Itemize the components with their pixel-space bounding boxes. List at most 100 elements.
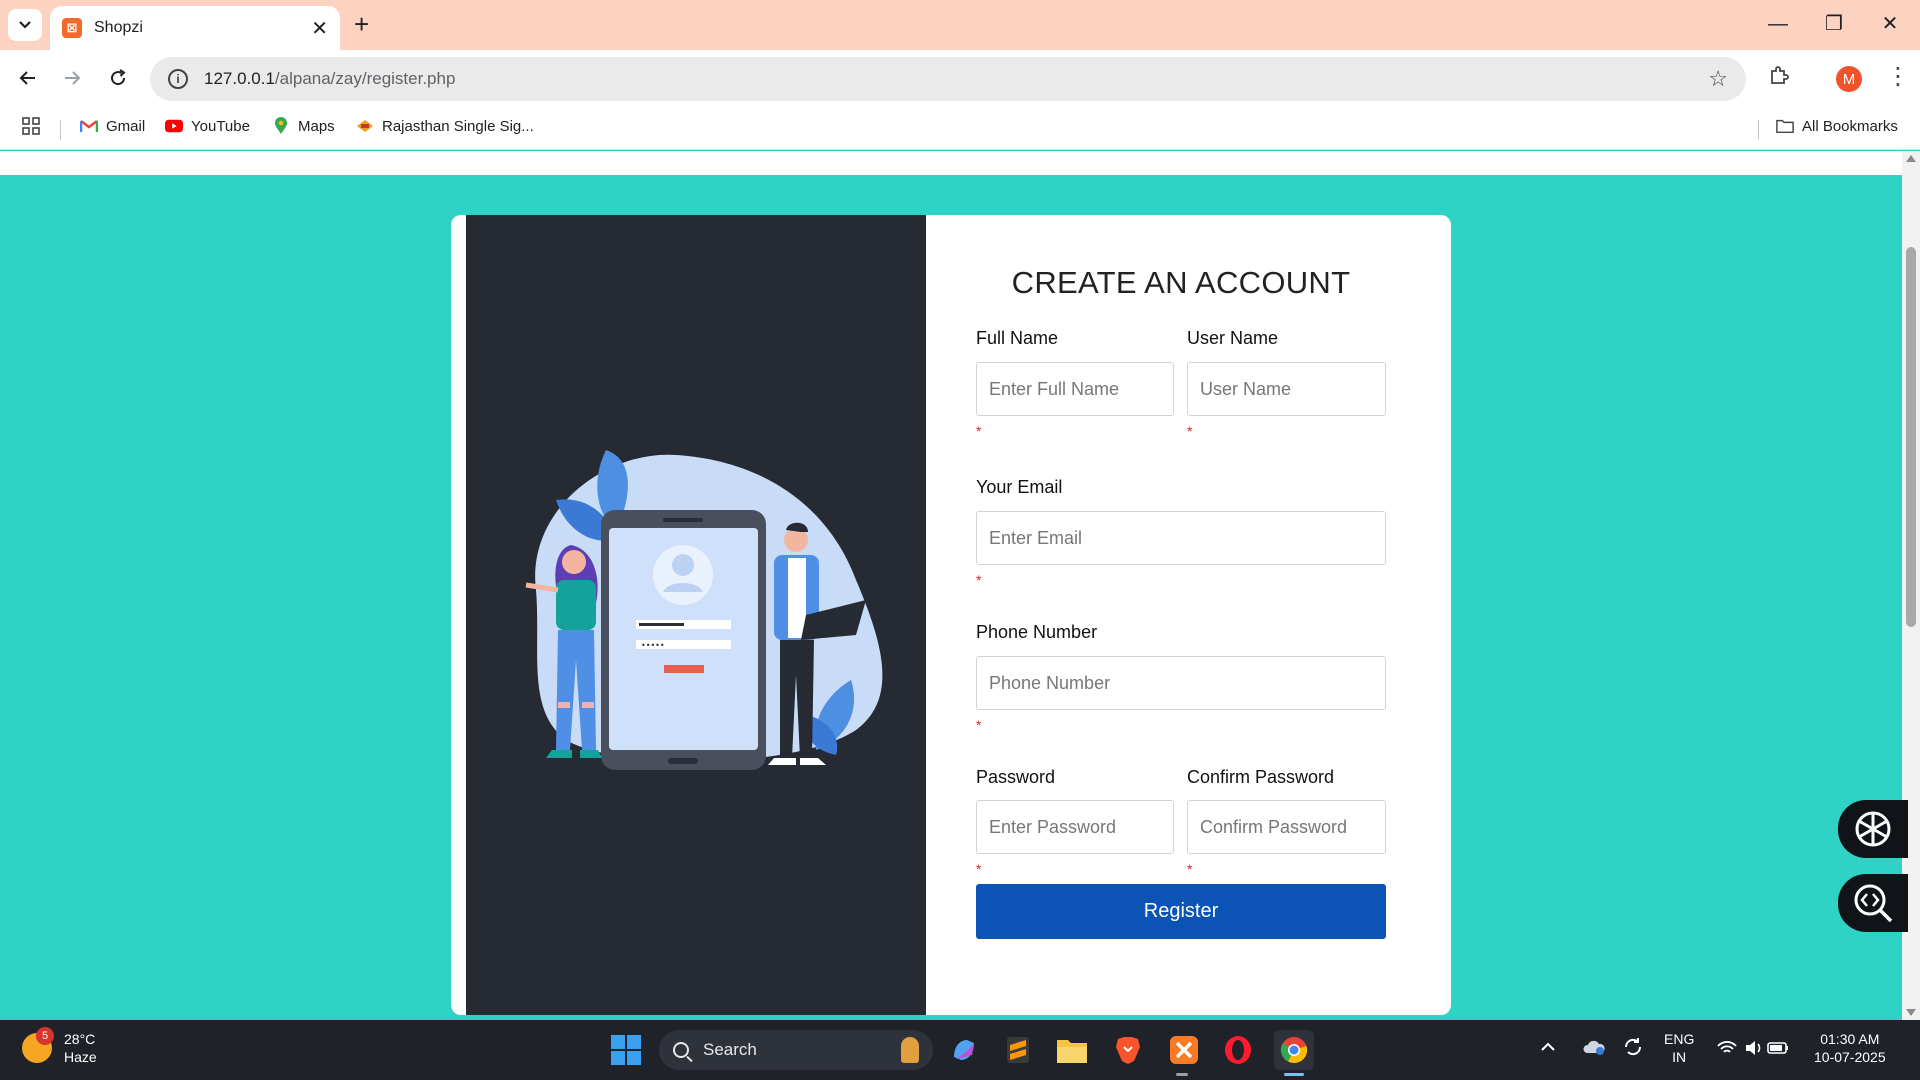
sublime-text-app[interactable] xyxy=(998,1030,1038,1070)
arrow-left-icon xyxy=(19,71,35,85)
password-input[interactable] xyxy=(976,800,1174,854)
browser-toolbar: i 127.0.0.1/alpana/zay/register.php ☆ M … xyxy=(0,50,1920,108)
code-search-icon xyxy=(1854,884,1893,923)
bookmarks-divider xyxy=(60,120,61,140)
tab-search-button[interactable] xyxy=(8,9,42,41)
chrome-active-indicator xyxy=(1284,1073,1304,1076)
file-explorer-app[interactable] xyxy=(1052,1030,1092,1070)
phone-input[interactable] xyxy=(976,656,1386,710)
reload-icon xyxy=(111,69,126,86)
bookmarks-divider xyxy=(1758,120,1759,140)
full-name-input[interactable] xyxy=(976,362,1174,416)
bookmarks-bar: Gmail YouTube Maps Rajasthan Single Sig.… xyxy=(0,108,1920,150)
chrome-icon xyxy=(1280,1037,1308,1064)
copilot-icon xyxy=(954,1040,974,1060)
scroll-thumb[interactable] xyxy=(1906,247,1916,627)
svg-text:•••••: ••••• xyxy=(641,641,665,650)
page-top-strip xyxy=(0,151,1902,175)
brave-lion-icon xyxy=(1116,1037,1140,1064)
network-volume-battery[interactable] xyxy=(1716,1038,1790,1062)
all-bookmarks-button[interactable]: All Bookmarks xyxy=(1776,117,1898,135)
register-button[interactable]: Register xyxy=(976,884,1386,939)
signup-illustration: ••••• xyxy=(518,450,883,770)
new-tab-button[interactable]: + xyxy=(354,10,369,38)
opera-icon xyxy=(1225,1036,1251,1064)
close-window-button[interactable]: ✕ xyxy=(1862,8,1918,40)
clock[interactable]: 01:30 AM 10-07-2025 xyxy=(1814,1030,1886,1066)
extensions-icon[interactable] xyxy=(1768,64,1790,92)
minimize-button[interactable]: — xyxy=(1750,8,1806,40)
sublime-icon xyxy=(1007,1037,1029,1063)
maps-icon xyxy=(272,117,290,135)
rajasthan-icon xyxy=(356,117,374,135)
user-name-input[interactable] xyxy=(1187,362,1386,416)
password-required-mark: * xyxy=(976,861,982,877)
illustration-panel: ••••• xyxy=(466,215,926,1015)
show-hidden-icons[interactable] xyxy=(1540,1038,1556,1056)
opera-app[interactable] xyxy=(1218,1030,1258,1070)
back-button[interactable] xyxy=(10,60,46,96)
chrome-app[interactable] xyxy=(1274,1030,1314,1070)
url-host: 127.0.0.1 xyxy=(204,69,275,88)
openai-icon xyxy=(1855,811,1891,847)
bookmark-maps[interactable]: Maps xyxy=(272,117,335,135)
profile-avatar[interactable]: M xyxy=(1836,66,1862,92)
ai-assistant-button[interactable] xyxy=(1838,800,1908,858)
address-bar[interactable]: i 127.0.0.1/alpana/zay/register.php ☆ xyxy=(150,57,1746,101)
sync-tray[interactable] xyxy=(1622,1036,1644,1062)
site-info-icon[interactable]: i xyxy=(168,69,188,89)
weather-desc: Haze xyxy=(64,1049,97,1065)
user-name-label: User Name xyxy=(1187,328,1279,348)
windows-logo-icon xyxy=(611,1035,641,1065)
clock-date: 10-07-2025 xyxy=(1814,1049,1886,1065)
url-text[interactable]: 127.0.0.1/alpana/zay/register.php xyxy=(204,69,1708,89)
email-label: Your Email xyxy=(976,477,1063,497)
weather-widget[interactable]: 5 28°C Haze xyxy=(22,1027,97,1066)
language-indicator[interactable]: ENG IN xyxy=(1664,1030,1694,1066)
bookmark-label: Rajasthan Single Sig... xyxy=(382,117,534,135)
menu-kebab-icon[interactable]: ⋮ xyxy=(1886,62,1910,91)
code-inspect-button[interactable] xyxy=(1838,874,1908,932)
url-path: /alpana/zay/register.php xyxy=(274,69,456,88)
email-required-mark: * xyxy=(976,572,982,588)
full-name-label: Full Name xyxy=(976,328,1059,348)
register-card: ••••• CREATE AN ACCOUNT Full Name Enter … xyxy=(451,215,1451,1015)
tab-title: Shopzi xyxy=(94,19,143,36)
tab-close-icon[interactable]: ✕ xyxy=(311,16,328,41)
confirm-password-required-mark: * xyxy=(1187,861,1193,877)
folder-icon xyxy=(1776,117,1794,135)
email-input[interactable] xyxy=(976,511,1386,565)
maximize-button[interactable]: ❐ xyxy=(1806,8,1862,40)
brave-app[interactable] xyxy=(1108,1030,1148,1070)
bookmark-label: Gmail xyxy=(106,117,146,135)
start-button[interactable] xyxy=(606,1030,646,1070)
all-bookmarks-label: All Bookmarks xyxy=(1802,117,1898,135)
chevron-down-icon xyxy=(19,21,31,29)
confirm-password-input[interactable] xyxy=(1187,800,1386,854)
bookmark-rajasthan[interactable]: Rajasthan Single Sig... xyxy=(356,117,534,135)
search-highlight-icon xyxy=(901,1037,919,1063)
folder-icon xyxy=(1057,1040,1087,1063)
bookmark-youtube[interactable]: YouTube xyxy=(165,117,250,135)
search-icon xyxy=(673,1042,689,1058)
phone-label: Phone Number xyxy=(976,622,1098,642)
copilot-app[interactable] xyxy=(944,1030,984,1070)
tab-strip: ⊠ Shopzi ✕ + — ❐ ✕ xyxy=(0,0,1920,50)
active-tab[interactable]: ⊠ Shopzi ✕ xyxy=(50,6,340,50)
weather-temp: 28°C xyxy=(64,1031,96,1047)
reload-button[interactable] xyxy=(100,60,136,96)
wifi-volume-battery-icons xyxy=(1717,1041,1788,1055)
taskbar-search[interactable]: Search xyxy=(659,1030,933,1070)
forward-button[interactable] xyxy=(54,60,90,96)
scroll-down-icon[interactable] xyxy=(1906,1009,1916,1016)
xampp-icon xyxy=(1170,1036,1198,1064)
apps-grid-icon[interactable] xyxy=(22,117,40,135)
bookmark-gmail[interactable]: Gmail xyxy=(80,117,145,135)
xampp-favicon-icon: ⊠ xyxy=(62,18,82,38)
scroll-up-icon[interactable] xyxy=(1906,155,1916,162)
onedrive-tray[interactable] xyxy=(1582,1038,1606,1060)
xampp-app[interactable] xyxy=(1164,1030,1204,1070)
arrow-right-icon xyxy=(65,71,81,85)
bookmark-star-icon[interactable]: ☆ xyxy=(1708,66,1728,92)
sync-icon xyxy=(1624,1038,1642,1056)
